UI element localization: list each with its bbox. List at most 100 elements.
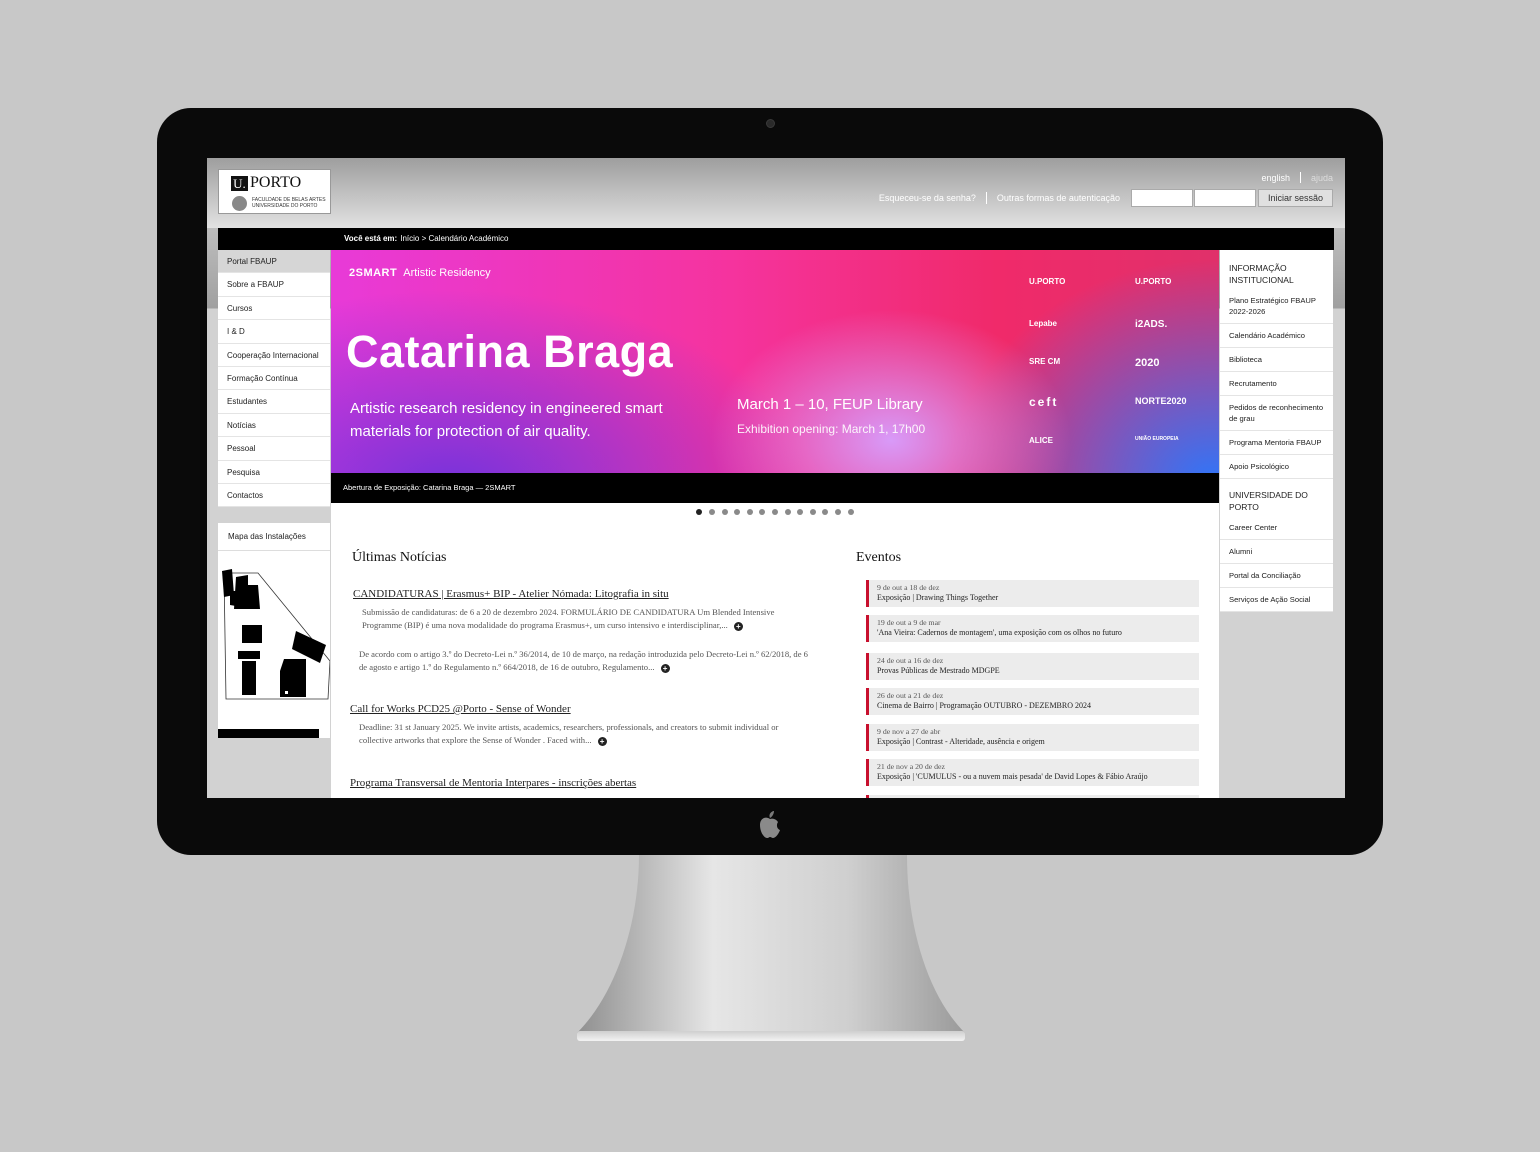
right-nav-item[interactable]: Career Center <box>1220 516 1333 540</box>
plus-circle-icon[interactable]: + <box>733 622 743 631</box>
event-item[interactable]: 21 de nov a 20 de dez Exposição | 'CUMULU… <box>866 759 1199 786</box>
news-summary: De acordo com o artigo 3.º do Decreto-Le… <box>359 648 809 674</box>
nav-item-cursos[interactable]: Cursos <box>218 297 330 321</box>
carousel-dot[interactable] <box>709 509 716 515</box>
help-link[interactable]: ajuda <box>1311 173 1333 183</box>
nav-item-formacao[interactable]: Formação Contínua <box>218 367 330 391</box>
apple-logo-icon <box>760 811 780 838</box>
carousel-dot[interactable] <box>696 509 703 515</box>
plus-circle-icon[interactable]: + <box>597 737 607 746</box>
carousel-dot[interactable] <box>847 509 854 515</box>
browser-screen: U. PORTO FACULDADE DE BELAS ARTES UNIVER… <box>207 158 1345 798</box>
carousel-dot[interactable] <box>784 509 791 515</box>
right-nav-item[interactable]: Plano Estratégico FBAUP 2022-2026 <box>1220 289 1333 324</box>
nav-item-pesquisa[interactable]: Pesquisa <box>218 461 330 484</box>
logo-faculty: FACULDADE DE BELAS ARTES UNIVERSIDADE DO… <box>252 197 326 209</box>
partner-name: NORTE2020 <box>1135 396 1187 406</box>
facilities-map[interactable]: Mapa das Instalações <box>218 523 331 738</box>
carousel-dot[interactable] <box>721 509 728 515</box>
partner-logo-lepabe: Lepabe <box>1029 319 1057 328</box>
partner-logo-uporto-fbaup: U.PORTO <box>1135 277 1171 286</box>
nav-item-pessoal[interactable]: Pessoal <box>218 437 330 461</box>
campus-map-image[interactable] <box>218 551 331 731</box>
nav-item-noticias[interactable]: Notícias <box>218 414 330 438</box>
event-item[interactable] <box>866 795 1199 798</box>
right-nav-item[interactable]: Apoio Psicológico <box>1220 455 1333 479</box>
brand-rest: Artistic Residency <box>403 267 491 279</box>
right-nav-item[interactable]: Biblioteca <box>1220 348 1333 372</box>
partner-name: ALICE <box>1029 436 1053 445</box>
event-title: Provas Públicas de Mestrado MDGPE <box>877 666 1000 675</box>
banner-opening: Exhibition opening: March 1, 17h00 <box>737 422 926 436</box>
login-button[interactable]: Iniciar sessão <box>1257 189 1333 207</box>
event-item[interactable]: 24 de out a 16 de dez Provas Públicas de … <box>866 653 1199 680</box>
login-bar: Esqueceu-se da senha? Outras formas de a… <box>869 189 1333 207</box>
carousel-dot[interactable] <box>809 509 816 515</box>
carousel-dot[interactable] <box>772 509 778 515</box>
carousel-dot[interactable] <box>822 509 829 515</box>
partner-name: i2ADS. <box>1135 319 1168 330</box>
event-title: Exposição | Contrast - Alteridade, ausên… <box>877 737 1045 746</box>
right-nav-item[interactable]: Programa Mentoria FBAUP <box>1220 431 1333 455</box>
forgot-password-link[interactable]: Esqueceu-se da senha? <box>869 193 986 203</box>
right-nav-item[interactable]: Alumni <box>1220 540 1333 564</box>
banner-caption[interactable]: Abertura de Exposição: Catarina Braga — … <box>331 473 1219 503</box>
other-auth-link[interactable]: Outras formas de autenticação <box>987 193 1130 203</box>
nav-item-cooperacao[interactable]: Cooperação Internacional <box>218 344 330 367</box>
nav-item-portal[interactable]: Portal FBAUP <box>218 250 330 274</box>
partner-logo-ue: UNIÃO EUROPEIA <box>1135 436 1179 442</box>
event-title: Cinema de Bairro | Programação OUTUBRO -… <box>877 701 1092 710</box>
section-heading-institucional: INFORMAÇÃO INSTITUCIONAL <box>1229 263 1294 285</box>
breadcrumb-label: Você está em: <box>344 234 398 243</box>
carousel-dot[interactable] <box>834 509 841 515</box>
news-body-text: De acordo com o artigo 3.º do Decreto-Le… <box>359 649 808 672</box>
partner-name: SRE CM <box>1029 357 1061 366</box>
news-title-link[interactable]: CANDIDATURAS | Erasmus+ BIP - Atelier Nó… <box>353 588 669 600</box>
map-title: Mapa das Instalações <box>218 523 330 551</box>
event-date: 19 de out a 9 de mar <box>877 618 941 627</box>
partner-logo-ceft: ceft <box>1029 395 1058 409</box>
partner-logo-srecm: SRE CM <box>1029 357 1060 366</box>
section-heading-uporto: UNIVERSIDADE DO PORTO <box>1229 490 1308 512</box>
partner-logo-norte2020: NORTE2020 <box>1135 396 1187 406</box>
news-title-link[interactable]: Call for Works PCD25 @Porto - Sense of W… <box>350 703 571 715</box>
nav-item-estudantes[interactable]: Estudantes <box>218 390 330 414</box>
plus-circle-icon[interactable]: + <box>660 664 670 673</box>
monitor-stand <box>577 855 965 1041</box>
username-input[interactable] <box>1130 189 1193 207</box>
event-item[interactable]: 9 de nov a 27 de abr Exposição | Contrast… <box>866 724 1199 751</box>
brand-bold: 2SMART <box>349 267 398 279</box>
right-nav-item[interactable]: Portal da Conciliação <box>1220 564 1333 588</box>
nav-item-contactos[interactable]: Contactos <box>218 484 330 508</box>
faculty-line2: UNIVERSIDADE DO PORTO <box>252 203 318 209</box>
carousel-dot[interactable] <box>734 509 741 515</box>
event-item[interactable]: 19 de out a 9 de mar 'Ana Vieira: Caderno… <box>866 615 1199 642</box>
partner-logo-alice: ALICE <box>1029 436 1053 445</box>
left-nav: Portal FBAUP Sobre a FBAUP Cursos I & D … <box>218 250 330 508</box>
events-heading: Eventos <box>856 550 902 565</box>
carousel-dot[interactable] <box>759 509 766 515</box>
uporto-logo[interactable]: U. PORTO FACULDADE DE BELAS ARTES UNIVER… <box>218 169 331 214</box>
banner-dates: March 1 – 10, FEUP Library <box>737 396 923 413</box>
main-content: 2SMART Artistic Residency Catarina Braga … <box>331 250 1219 798</box>
right-nav-item[interactable]: Recrutamento <box>1220 372 1333 396</box>
carousel-dot[interactable] <box>746 509 753 515</box>
event-item[interactable]: 26 de out a 21 de dez Cinema de Bairro | … <box>866 688 1199 715</box>
nav-item-id[interactable]: I & D <box>218 320 330 344</box>
right-nav: INFORMAÇÃO INSTITUCIONAL Plano Estratégi… <box>1220 250 1333 612</box>
breadcrumb-path[interactable]: Início > Calendário Académico <box>400 234 508 243</box>
carousel-dot[interactable] <box>797 509 804 515</box>
map-footer-bar <box>218 729 319 738</box>
hero-banner[interactable]: 2SMART Artistic Residency Catarina Braga … <box>331 250 1219 473</box>
carousel-dots <box>331 509 1219 515</box>
right-nav-item[interactable]: Calendário Académico <box>1220 324 1333 348</box>
event-item[interactable]: 9 de out a 18 de dez Exposição | Drawing … <box>866 580 1199 607</box>
password-input[interactable] <box>1193 189 1256 207</box>
news-title-link[interactable]: Programa Transversal de Mentoria Interpa… <box>350 777 636 789</box>
partner-name: U.PORTO <box>1135 277 1172 286</box>
right-nav-item[interactable]: Pedidos de reconhecimento de grau <box>1220 396 1333 431</box>
nav-item-sobre[interactable]: Sobre a FBAUP <box>218 273 330 297</box>
right-nav-item[interactable]: Serviços de Ação Social <box>1220 588 1333 612</box>
english-link[interactable]: english <box>1261 173 1290 183</box>
logo-mark: U. <box>231 176 248 191</box>
